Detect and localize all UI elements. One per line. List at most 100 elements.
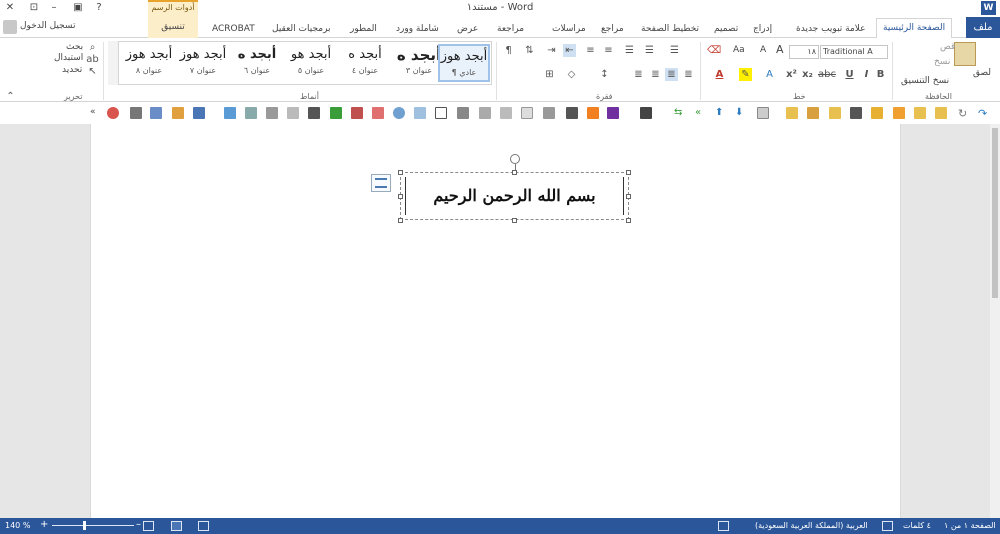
grow-font-button[interactable]: A xyxy=(776,43,784,56)
strikethrough-icon[interactable]: abc xyxy=(818,68,836,81)
word-count[interactable]: ٤ كلمات xyxy=(903,521,931,530)
arrow-down-icon[interactable]: ⬇ xyxy=(735,107,747,119)
resize-handle[interactable] xyxy=(626,218,631,223)
zoom-slider[interactable] xyxy=(52,525,134,526)
shrink-font-button[interactable]: A xyxy=(760,45,766,55)
align-center-icon[interactable]: ≣ xyxy=(665,68,678,81)
tab-view[interactable]: عرض xyxy=(457,20,478,38)
paste-icon[interactable] xyxy=(954,42,976,66)
pin-icon[interactable] xyxy=(566,107,578,119)
macro-icon[interactable] xyxy=(718,521,729,531)
tab-references[interactable]: مراجع xyxy=(601,20,624,38)
book2-icon[interactable] xyxy=(607,107,619,119)
eraser-icon[interactable] xyxy=(372,107,384,119)
multilevel-list-icon[interactable]: ☰ xyxy=(623,44,636,57)
tab-file[interactable]: ملف xyxy=(966,17,1000,38)
proofing-icon[interactable] xyxy=(882,521,893,531)
gear-icon[interactable] xyxy=(393,107,405,119)
indent-icon[interactable]: ≡ xyxy=(584,44,597,57)
grid-icon[interactable] xyxy=(266,107,278,119)
save-icon[interactable] xyxy=(850,107,862,119)
zoom-level[interactable]: 140 % xyxy=(5,521,30,530)
ribbon-display-icon[interactable]: ▣ xyxy=(70,1,86,15)
style-heading8[interactable]: أبجد هوز عنوان ٨ xyxy=(123,44,175,82)
style-normal[interactable]: أبجد هوز ¶ عادي xyxy=(438,44,490,82)
font-color-icon[interactable]: A xyxy=(713,68,726,81)
close-icon[interactable]: ✕ xyxy=(2,1,18,15)
resize-handle[interactable] xyxy=(626,194,631,199)
read-mode-view[interactable] xyxy=(198,521,209,531)
textbox-text[interactable]: بسم الله الرحمن الرحيم xyxy=(405,186,624,205)
replace-button[interactable]: استبدال xyxy=(54,53,83,63)
arrow-up-icon[interactable]: ⬆ xyxy=(715,107,727,119)
rtl-icon[interactable]: ⇤ xyxy=(563,44,576,57)
highlight-icon[interactable]: ✎ xyxy=(739,68,752,81)
folders-icon[interactable] xyxy=(871,107,883,119)
resize-handle[interactable] xyxy=(626,170,631,175)
arrow-left-right-icon[interactable]: ⇆ xyxy=(674,107,686,119)
page-icon[interactable] xyxy=(521,107,533,119)
bullets-icon[interactable]: ☰ xyxy=(668,44,681,57)
signin-link[interactable]: تسجيل الدخول xyxy=(20,21,75,31)
scrollbar-thumb[interactable] xyxy=(992,128,998,298)
resize-handle[interactable] xyxy=(398,194,403,199)
style-heading5[interactable]: أبجد هو عنوان ٥ xyxy=(285,44,337,82)
outdent-icon[interactable]: ≡ xyxy=(602,44,615,57)
folder-icon[interactable] xyxy=(786,107,798,119)
doc-icon[interactable] xyxy=(757,107,769,119)
print-layout-view[interactable] xyxy=(171,521,182,531)
numbering-icon[interactable]: ☰ xyxy=(643,44,656,57)
spell-icon[interactable] xyxy=(351,107,363,119)
line-spacing-icon[interactable]: ↕ xyxy=(598,68,611,81)
arrow-left-icon[interactable]: « xyxy=(695,107,707,119)
home-icon[interactable] xyxy=(107,107,119,119)
list-icon[interactable] xyxy=(543,107,555,119)
tab-format[interactable]: تنسيق xyxy=(148,17,198,38)
chart-icon[interactable] xyxy=(224,107,236,119)
open2-icon[interactable] xyxy=(935,107,947,119)
table-icon[interactable] xyxy=(193,107,205,119)
cut-button[interactable]: قص xyxy=(940,42,955,52)
clear-formatting-icon[interactable]: ⌫ xyxy=(707,44,721,57)
resize-handle[interactable] xyxy=(512,170,517,175)
format-painter-button[interactable]: نسخ التنسيق xyxy=(901,76,949,86)
copy-button[interactable]: نسخ xyxy=(934,57,950,67)
print-icon[interactable] xyxy=(130,107,142,119)
rotate-handle[interactable] xyxy=(510,154,520,164)
tab-design[interactable]: تصميم xyxy=(714,20,738,38)
open-icon[interactable] xyxy=(914,107,926,119)
redo-icon[interactable]: ↷ xyxy=(978,107,990,120)
bold-icon[interactable]: B xyxy=(874,68,887,81)
underline-icon[interactable]: U xyxy=(843,68,856,81)
gallery-scroll[interactable] xyxy=(108,41,119,85)
tab-new[interactable]: علامة تبويب جديدة xyxy=(796,20,866,38)
italic-icon[interactable]: I xyxy=(860,68,873,81)
select-button[interactable]: تحديد xyxy=(62,65,82,75)
tab-acrobat[interactable]: ACROBAT xyxy=(212,20,255,38)
filter-icon[interactable] xyxy=(172,107,184,119)
tab-insert[interactable]: إدراج xyxy=(753,20,772,38)
sort-icon[interactable]: ⇅ xyxy=(523,44,536,57)
text-effects-icon[interactable]: A xyxy=(763,68,776,81)
resize-handle[interactable] xyxy=(512,218,517,223)
style-heading4[interactable]: أبجد ه عنوان ٤ xyxy=(339,44,391,82)
sort-az-icon[interactable] xyxy=(150,107,162,119)
resize-handle[interactable] xyxy=(398,170,403,175)
folder-lock-icon[interactable] xyxy=(807,107,819,119)
book-icon[interactable] xyxy=(308,107,320,119)
overflow-icon[interactable]: « xyxy=(90,107,102,119)
web-layout-view[interactable] xyxy=(143,521,154,531)
zoom-in-icon[interactable]: + xyxy=(40,519,48,530)
restore-icon[interactable]: ⊡ xyxy=(26,1,42,15)
pin2-icon[interactable] xyxy=(640,107,652,119)
ltr-icon[interactable]: ⇥ xyxy=(545,44,558,57)
tab-aqeel[interactable]: برمجيات العقيل xyxy=(272,20,331,38)
zoom-slider-thumb[interactable] xyxy=(83,521,86,530)
language-indicator[interactable]: العربية (المملكة العربية السعودية) xyxy=(755,521,868,530)
minimize-icon[interactable]: – xyxy=(46,1,62,15)
frame-icon[interactable] xyxy=(457,107,469,119)
font-name-select[interactable]: Traditional A xyxy=(820,45,888,59)
superscript-icon[interactable]: x² xyxy=(785,68,798,81)
refresh-icon[interactable]: ↻ xyxy=(958,107,970,120)
copy-icon[interactable] xyxy=(287,107,299,119)
